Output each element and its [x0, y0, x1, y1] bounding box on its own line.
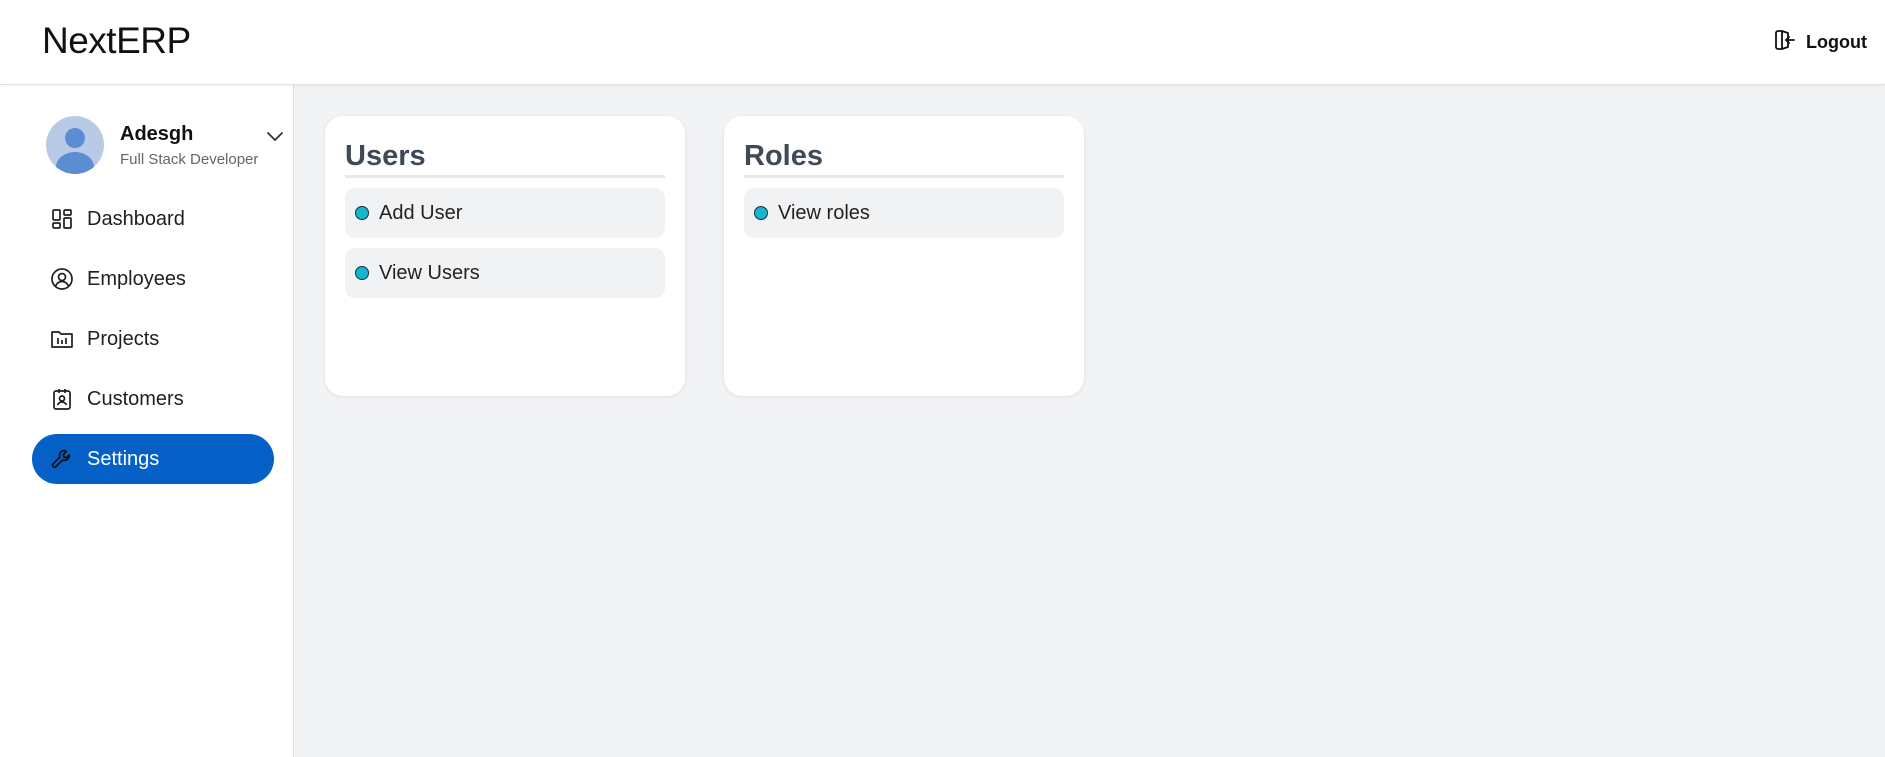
card-title: Roles: [744, 140, 1064, 178]
sidebar-item-employees[interactable]: Employees: [32, 254, 274, 304]
chevron-down-icon[interactable]: [263, 124, 287, 148]
add-user-link[interactable]: Add User: [345, 188, 665, 238]
logout-button[interactable]: Logout: [1774, 28, 1867, 57]
sidebar-item-settings[interactable]: Settings: [32, 434, 274, 484]
brand-logo[interactable]: NextERP: [42, 20, 191, 62]
sidebar-item-label: Dashboard: [87, 207, 185, 230]
sidebar-item-projects[interactable]: Projects: [32, 314, 274, 364]
users-card: Users Add User View Users: [325, 116, 685, 396]
card-title: Users: [345, 140, 665, 178]
sidebar: Adesgh Full Stack Developer Dashboard Em…: [0, 85, 294, 757]
profile-name: Adesgh: [120, 123, 194, 145]
sidebar-item-label: Settings: [87, 447, 160, 470]
sidebar-item-label: Employees: [87, 267, 186, 290]
sidebar-item-dashboard[interactable]: Dashboard: [32, 194, 274, 244]
dashboard-icon: [50, 207, 74, 231]
folder-chart-icon: [50, 327, 74, 351]
bullet-dot-icon: [355, 206, 369, 220]
view-users-link[interactable]: View Users: [345, 248, 665, 298]
card-item-label: Add User: [379, 201, 463, 224]
sidebar-item-label: Projects: [87, 327, 160, 350]
sidebar-item-customers[interactable]: Customers: [32, 374, 274, 424]
logout-label: Logout: [1806, 32, 1867, 52]
card-item-label: View Users: [379, 261, 480, 284]
bullet-dot-icon: [754, 206, 768, 220]
bullet-dot-icon: [355, 266, 369, 280]
card-item-label: View roles: [778, 201, 870, 224]
user-circle-icon: [50, 267, 74, 291]
sidebar-item-label: Customers: [87, 387, 184, 410]
avatar: [46, 116, 104, 174]
wrench-icon: [50, 447, 74, 471]
roles-card: Roles View roles: [724, 116, 1084, 396]
user-profile: Adesgh Full Stack Developer: [46, 116, 286, 174]
top-bar: NextERP Logout: [0, 0, 1885, 85]
view-roles-link[interactable]: View roles: [744, 188, 1064, 238]
profile-role: Full Stack Developer: [120, 151, 259, 168]
contact-badge-icon: [50, 387, 74, 411]
sidebar-nav: Dashboard Employees Projects Customers S…: [32, 194, 274, 494]
logout-icon: [1774, 28, 1796, 57]
